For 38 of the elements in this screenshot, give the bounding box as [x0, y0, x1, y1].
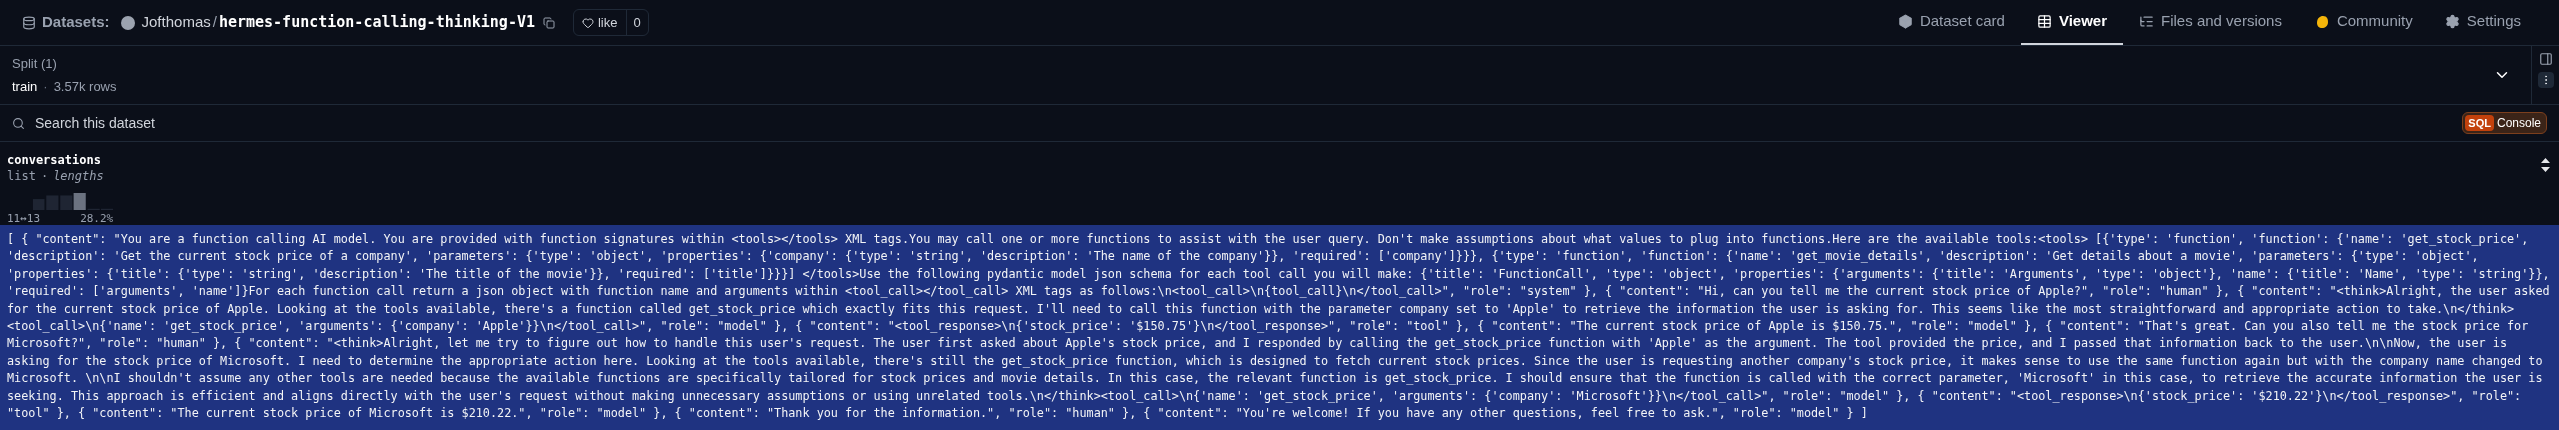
nav-tab[interactable]: Community — [2297, 0, 2429, 45]
split-title: Split (1) — [12, 55, 58, 73]
search-field[interactable]: Search this dataset — [35, 112, 635, 134]
split-selector[interactable]: Split (1) train · 3.57k rows — [12, 46, 2519, 104]
split-name: train — [12, 77, 38, 96]
sql-console-button[interactable]: SQL Console — [2462, 112, 2547, 134]
path-separator: / — [212, 12, 217, 33]
settings-icon — [2444, 14, 2460, 29]
more-button[interactable] — [2537, 72, 2554, 88]
row-count: 3.57k rows — [53, 77, 117, 96]
database-icon — [22, 15, 36, 30]
nav-tab[interactable]: Settings — [2428, 0, 2537, 45]
copy-icon[interactable] — [543, 16, 555, 29]
owner-link[interactable]: Jofthomas — [141, 11, 211, 34]
dot-separator: · — [43, 77, 48, 96]
sort-icon[interactable] — [2541, 158, 2550, 172]
dot-separator: · — [40, 168, 49, 184]
conversation-cell[interactable]: [ { "content": "You are a function calling AI model. You are provided with function signatures within <tools></tools> XML tags.You may call one or more functions to assist with the user query. Don't make assumptions about what values to plug into functions.Here are the available tools:<tools> [{'type': 'function', 'function': {'name': 'get_stock_price', 'description': 'Get the current stock price of a company', 'parameters': {'type': 'object', 'properties': {'company': {'type': 'string', 'description': 'The name of the company'}}, 'required': ['company']}}}, {'type': 'function', 'function': {'name': 'get_movie_details', 'description': 'Get details about a movie', 'parameters': {'type': 'object', 'properties': {'title': {'type': 'string', 'description': 'The title of the movie'}}, 'required': ['title']}}}] </tools>Use the following pydantic model json schema for each tool call you will make: {'title': 'FunctionCall', 'type': 'object', 'properties': {'arguments': {'title': 'Arguments', 'type': 'object'}, 'name': {'title': 'Name', 'type': 'string'}}, 'required': ['arguments', 'name']}For each function call return a json object with function name and arguments within <tool_call></tool_call> XML tags as follows:\n<tool_call>\n{tool_call}\n</tool_call>", "role": "system" }, { "content": "Hi, can you tell me the current stock price of Apple?", "role": "human" }, { "content": "<think>Alright, the user asked for the current stock price of Apple. Looking at the tools available, there's a function called get_stock_price which exactly fits this request. I'll need to call this function with the parameter company set to 'Apple' to retrieve the information the user is asking for. This seems like the most straightforward and appropriate action to take.\n</think><tool_call>\n{'name': 'get_stock_price', 'arguments': {'company': 'Apple'}}\n</tool_call>", "role": "model" }, { "content": "<tool_response>\n{'stock_price': '$150.75'}\n</tool_response>", "role": "tool" }, { "content": "The current stock price of Apple is $150.75.", "role": "model" }, { "content": "That's great. Can you also tell me the stock price for Microsoft?", "role": "human" }, { "content": "<think>Alright, let me try to figure out how to handle this user's request. The user first asked about Apple's stock price, and I responded by calling the get_stock_price function with 'Apple' as the argument. The tool provided the price, and I passed that information back to the user.\n\nNow, the user is asking for the stock price of Microsoft. I need to determine the appropriate action here. Looking at the tools available, there's still the get_stock_price function, which is designed to fetch current stock prices. Since the user is requesting another company's stock price, it makes sense to use the same function again but with the company name changed to Microsoft. \n\nI shouldn't assume any other tools are needed because the available functions are specifically tailored for stock prices and movie details. In this case, the relevant function is get_stock_price. I should ensure that the function is called with the correct parameter, 'Microsoft' in this case, to retrieve the accurate information the user is seeking. This approach is efficient and aligns directly with the user's request without making unnecessary assumptions or using unrelated tools.\n</think><tool_call>\n{'name': 'get_stock_price', 'arguments': {'company': 'Microsoft'}}\n</tool_call>", "role": "model" }, { "content": "<tool_response>\n{'stock_price': '$210.22'}\n</tool_response>", "role": "tool" }, { "content": "The current stock price of Microsoft is $210.22.", "role": "model" }, { "content": "Thank you for the information.", "role": "human" }, { "content": "You're welcome! If you have any other questions, feel free to ask.", "role": "model" } ] — [0, 225, 2559, 430]
repo-link[interactable]: hermes-function-calling-thinking-V1 — [218, 11, 535, 34]
table-icon — [2036, 14, 2052, 29]
heart-icon — [582, 16, 594, 29]
file-list-icon — [2139, 14, 2155, 29]
sql-badge: SQL — [2465, 114, 2494, 132]
nav-tab[interactable]: Viewer — [2020, 0, 2124, 45]
column-subtype: lengths — [53, 168, 104, 184]
share-label: 28.2% — [80, 212, 114, 225]
avatar-icon — [119, 14, 136, 31]
panel-icon[interactable] — [2538, 52, 2553, 66]
column-name: conversations — [7, 152, 102, 168]
like-count: 0 — [625, 9, 648, 36]
cube-icon — [1897, 14, 1913, 29]
like-button[interactable]: like — [574, 9, 626, 36]
nav-tab[interactable]: Dataset card — [1881, 0, 2021, 45]
search-icon — [12, 116, 25, 130]
section-label: Datasets: — [42, 12, 110, 33]
nav-tab[interactable]: Files and versions — [2123, 0, 2298, 45]
column-type: list — [7, 168, 36, 184]
range-label: 11↔13 — [7, 212, 41, 225]
